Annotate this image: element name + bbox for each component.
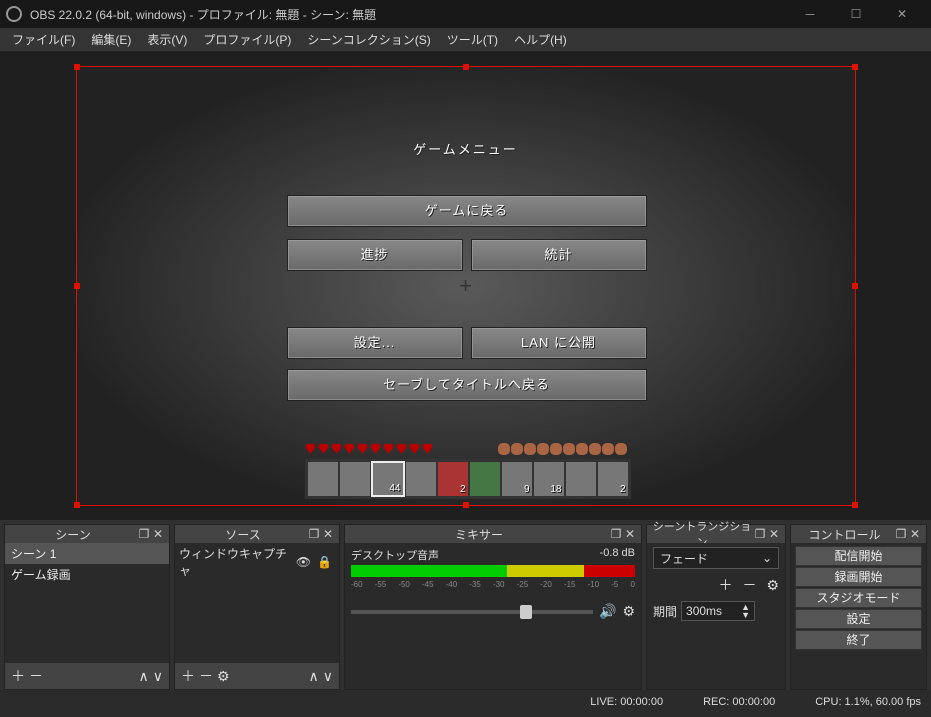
scene-remove-icon[interactable]: － [29,666,43,686]
lock-icon[interactable]: 🔒 [317,555,332,569]
game-savequit-button: セーブしてタイトルへ戻る [287,369,647,401]
sources-list[interactable]: ウィンドウキャプチャ 👁 🔒 [175,543,339,663]
source-item[interactable]: ウィンドウキャプチャ 👁 🔒 [175,543,339,581]
game-menu-title: ゲームメニュー [77,139,855,158]
source-add-icon[interactable]: ＋ [181,666,195,686]
scenes-close-icon[interactable]: ✕ [151,527,165,541]
sources-popout-icon[interactable]: ❐ [307,527,321,541]
menu-view[interactable]: 表示(V) [139,31,195,48]
game-settings-button: 設定... [287,327,463,359]
start-record-button[interactable]: 録画開始 [795,567,922,587]
duration-spinner[interactable]: 300ms ▲▼ [681,601,755,621]
app-icon [6,6,22,22]
window-title: OBS 22.0.2 (64-bit, windows) - プロファイル: 無… [30,6,787,23]
scenes-dock: シーン ❐ ✕ シーン 1 ゲーム録画 ＋ － ∧ ∨ [4,524,170,690]
health-bar [305,443,434,455]
menu-file[interactable]: ファイル(F) [4,31,83,48]
start-stream-button[interactable]: 配信開始 [795,546,922,566]
scenes-popout-icon[interactable]: ❐ [137,527,151,541]
controls-close-icon[interactable]: ✕ [908,527,922,541]
hotbar: 44 2 9 18 2 [305,459,631,499]
statusbar: LIVE: 00:00:00 REC: 00:00:00 CPU: 1.1%, … [0,690,931,713]
hunger-bar [498,443,627,455]
scene-add-icon[interactable]: ＋ [11,666,25,686]
chevron-updown-icon: ⌄ [762,551,772,565]
scenes-title: シーン [9,526,137,543]
transition-remove-icon[interactable]: － [742,575,756,595]
settings-button[interactable]: 設定 [795,609,922,629]
transition-popout-icon[interactable]: ❐ [753,527,767,541]
sources-dock: ソース ❐ ✕ ウィンドウキャプチャ 👁 🔒 ＋ － ⚙ ∧ ∨ [174,524,340,690]
mixer-dock: ミキサー ❐ ✕ デスクトップ音声 -0.8 dB -60-55-50-45-4… [344,524,642,690]
mixer-channel-name: デスクトップ音声 [351,547,439,563]
titlebar: OBS 22.0.2 (64-bit, windows) - プロファイル: 無… [0,0,931,28]
docks-row: シーン ❐ ✕ シーン 1 ゲーム録画 ＋ － ∧ ∨ ソース ❐ ✕ ウィンド… [0,520,931,690]
preview-area[interactable]: + ゲームメニュー ゲームに戻る 進捗 統計 設定... LAN に公開 セーブ… [0,52,931,520]
scene-up-icon[interactable]: ∧ [139,668,149,685]
maximize-button[interactable]: ☐ [833,0,879,28]
game-stats-button: 統計 [471,239,647,271]
duration-label: 期間 [653,603,677,620]
source-down-icon[interactable]: ∨ [323,668,333,685]
menu-edit[interactable]: 編集(E) [83,31,139,48]
menu-scenecoll[interactable]: シーンコレクション(S) [299,31,438,48]
preview-canvas[interactable]: + ゲームメニュー ゲームに戻る 進捗 統計 設定... LAN に公開 セーブ… [76,66,856,506]
transition-dock: シーントランジション ❐ ✕ フェード ⌄ ＋ － ⚙ 期間 300ms ▲▼ [646,524,786,690]
center-crosshair-icon: + [459,273,472,299]
audio-meter [351,565,635,577]
controls-popout-icon[interactable]: ❐ [894,527,908,541]
menu-tools[interactable]: ツール(T) [439,31,506,48]
mixer-channel: デスクトップ音声 -0.8 dB -60-55-50-45-40-35-30-2… [345,543,641,624]
transition-settings-icon[interactable]: ⚙ [766,577,779,594]
studio-mode-button[interactable]: スタジオモード [795,588,922,608]
menu-help[interactable]: ヘルプ(H) [506,31,575,48]
sources-close-icon[interactable]: ✕ [321,527,335,541]
visibility-icon[interactable]: 👁 [296,555,311,569]
mixer-close-icon[interactable]: ✕ [623,527,637,541]
scene-item[interactable]: ゲーム録画 [5,564,169,585]
source-remove-icon[interactable]: － [199,666,213,686]
transition-select[interactable]: フェード ⌄ [653,547,779,569]
controls-title: コントロール [795,526,894,543]
exit-button[interactable]: 終了 [795,630,922,650]
meter-ticks: -60-55-50-45-40-35-30-25-20-15-10-50 [351,580,635,588]
close-button[interactable]: ✕ [879,0,925,28]
spinner-arrows-icon: ▲▼ [741,603,750,619]
status-cpu: CPU: 1.1%, 60.00 fps [815,696,921,708]
mixer-popout-icon[interactable]: ❐ [609,527,623,541]
scene-down-icon[interactable]: ∨ [153,668,163,685]
game-return-button: ゲームに戻る [287,195,647,227]
scenes-list[interactable]: シーン 1 ゲーム録画 [5,543,169,663]
controls-dock: コントロール ❐ ✕ 配信開始 録画開始 スタジオモード 設定 終了 [790,524,927,690]
status-rec: REC: 00:00:00 [703,696,775,708]
volume-slider[interactable] [351,610,593,614]
mixer-db: -0.8 dB [600,547,635,563]
status-live: LIVE: 00:00:00 [590,696,663,708]
sources-title: ソース [179,526,307,543]
source-up-icon[interactable]: ∧ [309,668,319,685]
transition-close-icon[interactable]: ✕ [767,527,781,541]
speaker-icon[interactable]: 🔊 [599,603,616,620]
minimize-button[interactable]: ─ [787,0,833,28]
source-settings-icon[interactable]: ⚙ [217,668,230,685]
transition-add-icon[interactable]: ＋ [718,575,732,595]
game-progress-button: 進捗 [287,239,463,271]
mixer-title: ミキサー [349,526,609,543]
scene-item[interactable]: シーン 1 [5,543,169,564]
game-lan-button: LAN に公開 [471,327,647,359]
channel-settings-icon[interactable]: ⚙ [622,603,635,620]
menubar: ファイル(F) 編集(E) 表示(V) プロファイル(P) シーンコレクション(… [0,28,931,52]
menu-profile[interactable]: プロファイル(P) [195,31,299,48]
